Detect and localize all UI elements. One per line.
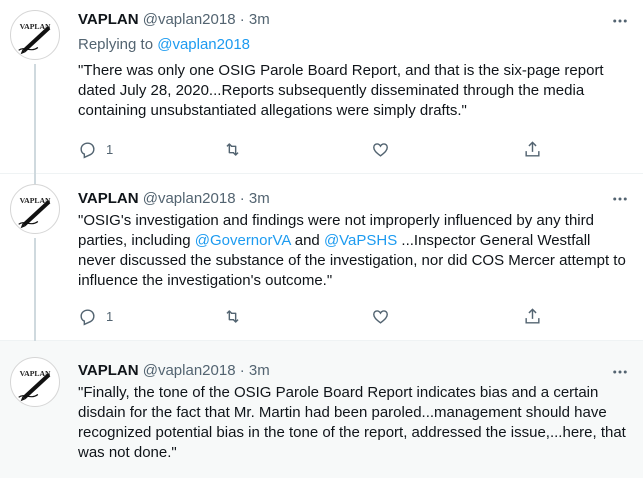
user-handle[interactable]: @vaplan2018 [143, 11, 236, 28]
like-icon [373, 309, 388, 324]
reply-button[interactable]: 1 [78, 305, 113, 327]
like-button[interactable] [371, 138, 390, 160]
retweet-icon [226, 142, 239, 156]
avatar[interactable]: VAPLAN [10, 10, 60, 60]
tweet-text-part: and [290, 232, 324, 249]
share-button[interactable] [523, 138, 542, 160]
avatar-pen-logo: VAPLAN [18, 369, 51, 402]
separator-dot: · [239, 362, 245, 379]
retweet-button[interactable] [223, 138, 242, 160]
replying-to-label: Replying to [78, 36, 158, 53]
timestamp[interactable]: 3m [249, 362, 270, 379]
reply-button[interactable]: 1 [78, 138, 113, 160]
avatar[interactable]: VAPLAN [10, 184, 60, 234]
like-button[interactable] [371, 305, 390, 327]
thread-line [34, 164, 36, 184]
tweet-header: VAPLAN @vaplan2018 · 3m [78, 189, 603, 209]
avatar[interactable]: VAPLAN [10, 357, 60, 407]
replying-to-link[interactable]: @vaplan2018 [157, 36, 250, 53]
reply-icon [80, 141, 95, 159]
more-icon[interactable] [611, 190, 629, 208]
avatar-pen-logo: VAPLAN [18, 22, 51, 55]
mention-link[interactable]: @VaPSHS [324, 232, 397, 249]
tweet-1[interactable]: VAPLAN VAPLAN @vaplan2018 · 3m Replying … [0, 0, 643, 183]
more-icon[interactable] [611, 363, 629, 381]
display-name[interactable]: VAPLAN [78, 11, 139, 28]
tweet-2[interactable]: VAPLAN VAPLAN @vaplan2018 · 3m "OSIG's i… [0, 164, 643, 358]
reply-icon [80, 308, 95, 326]
user-handle[interactable]: @vaplan2018 [143, 362, 236, 379]
reply-count: 1 [106, 308, 114, 324]
tweet-header: VAPLAN @vaplan2018 · 3m [78, 10, 603, 30]
more-icon[interactable] [611, 12, 629, 30]
retweet-button[interactable] [223, 305, 242, 327]
retweet-icon [226, 309, 239, 323]
timestamp[interactable]: 3m [249, 11, 270, 28]
display-name[interactable]: VAPLAN [78, 362, 139, 379]
thread-line [34, 238, 36, 358]
tweet-header: VAPLAN @vaplan2018 · 3m [78, 361, 603, 381]
share-icon [525, 140, 540, 157]
display-name[interactable]: VAPLAN [78, 190, 139, 207]
like-icon [373, 142, 388, 157]
timestamp[interactable]: 3m [249, 190, 270, 207]
tweet-3[interactable]: VAPLAN VAPLAN @vaplan2018 · 3m "Finally,… [0, 341, 643, 478]
reply-count: 1 [106, 141, 114, 157]
user-handle[interactable]: @vaplan2018 [143, 190, 236, 207]
separator-dot: · [239, 11, 245, 28]
mention-link[interactable]: @GovernorVA [195, 232, 291, 249]
replying-to: Replying to @vaplan2018 [78, 35, 250, 55]
share-icon [525, 307, 540, 324]
separator-dot: · [239, 190, 245, 207]
share-button[interactable] [523, 305, 542, 327]
tweet-text: "OSIG's investigation and findings were … [78, 211, 629, 291]
avatar-pen-logo: VAPLAN [18, 196, 51, 229]
tweet-text: "There was only one OSIG Parole Board Re… [78, 62, 604, 119]
tweet-text: "Finally, the tone of the OSIG Parole Bo… [78, 384, 626, 461]
